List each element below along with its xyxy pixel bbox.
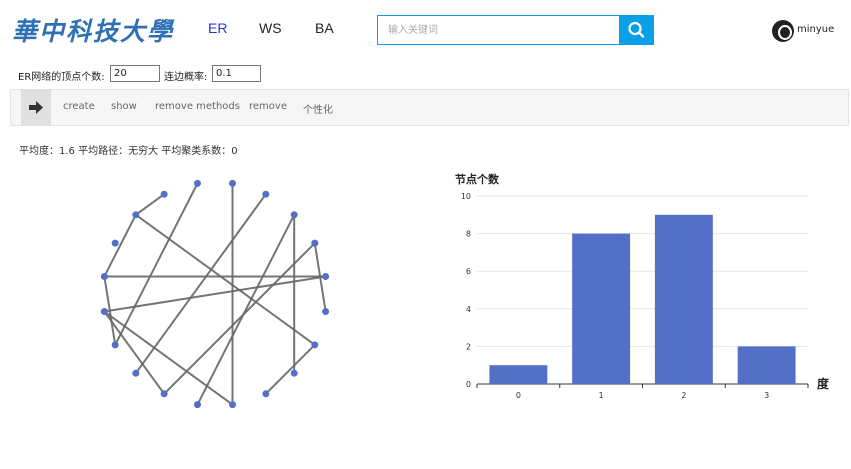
search-input[interactable] <box>377 15 620 45</box>
graph-node[interactable] <box>290 211 298 219</box>
menu-show[interactable]: show <box>111 101 137 112</box>
graph-node[interactable] <box>262 390 270 398</box>
y-tick-label: 2 <box>466 342 471 351</box>
y-tick-label: 6 <box>466 267 471 276</box>
bar[interactable] <box>654 214 713 384</box>
graph-node[interactable] <box>160 390 168 398</box>
graph-edge <box>104 275 326 313</box>
graph-node[interactable] <box>262 190 270 198</box>
x-tick-label: 1 <box>599 391 604 400</box>
edge-prob-input[interactable] <box>212 65 261 82</box>
username: minyue <box>797 24 835 35</box>
graph-node[interactable] <box>111 341 119 349</box>
network-graph[interactable] <box>90 170 350 420</box>
graph-edge <box>103 310 165 395</box>
vertex-count-input[interactable] <box>110 65 160 82</box>
graph-node[interactable] <box>311 239 319 247</box>
x-tick-label: 3 <box>764 391 769 400</box>
nav-ws[interactable]: WS <box>259 20 282 36</box>
y-tick-label: 10 <box>461 192 471 201</box>
chart-xlabel: 度 <box>817 376 830 391</box>
bar[interactable] <box>489 365 548 384</box>
graph-node[interactable] <box>193 401 201 409</box>
graph-node[interactable] <box>111 239 119 247</box>
nav-ba[interactable]: BA <box>315 20 334 36</box>
graph-node[interactable] <box>290 369 298 377</box>
graph-edge <box>196 214 296 406</box>
github-icon <box>772 20 794 42</box>
graph-node[interactable] <box>322 272 330 280</box>
graph-edge <box>134 193 267 374</box>
degree-histogram: 节点个数 度 0 2 4 6 8 10 0 1 2 3 <box>455 172 830 400</box>
menu-personalize[interactable]: 个性化 <box>303 101 333 116</box>
graph-node[interactable] <box>160 190 168 198</box>
graph-edge <box>265 344 316 395</box>
x-tick-label: 2 <box>681 391 686 400</box>
nav-er[interactable]: ER <box>208 20 227 36</box>
graph-node[interactable] <box>311 341 319 349</box>
graph-node[interactable] <box>132 211 140 219</box>
menu-remove[interactable]: remove <box>249 101 287 112</box>
graph-node[interactable] <box>193 179 201 187</box>
menu-remove-methods[interactable]: remove methods <box>155 101 240 112</box>
graph-node[interactable] <box>132 369 140 377</box>
y-tick-label: 0 <box>466 380 471 389</box>
graph-node[interactable] <box>229 179 237 187</box>
menu-create[interactable]: create <box>63 101 95 112</box>
y-tick-label: 8 <box>466 230 471 239</box>
bar[interactable] <box>737 346 796 384</box>
chart-title: 节点个数 <box>455 172 500 186</box>
toolbar-arrow-button[interactable] <box>21 90 51 125</box>
graph-node[interactable] <box>229 401 237 409</box>
graph-node[interactable] <box>100 272 108 280</box>
graph-edge <box>114 182 199 346</box>
action-toolbar: create show remove methods remove 个性化 <box>10 89 849 126</box>
y-tick-label: 4 <box>466 305 471 314</box>
vertex-count-label: ER网络的顶点个数: <box>18 72 105 83</box>
arrow-right-icon <box>29 101 43 114</box>
graph-edge <box>103 214 137 277</box>
graph-node[interactable] <box>100 308 108 316</box>
graph-edge <box>135 193 165 216</box>
edge-prob-label: 连边概率: <box>164 72 208 83</box>
search-bar <box>377 15 654 45</box>
network-stats: 平均度：1.6 平均路径：无穷大 平均聚类系数：0 <box>19 146 238 157</box>
university-logo[interactable]: 華中科技大學 <box>12 14 172 50</box>
bar[interactable] <box>572 233 631 384</box>
search-icon <box>628 21 645 38</box>
x-tick-label: 0 <box>516 391 521 400</box>
graph-edge <box>135 213 316 346</box>
search-button[interactable] <box>619 15 654 45</box>
graph-node[interactable] <box>322 308 330 316</box>
